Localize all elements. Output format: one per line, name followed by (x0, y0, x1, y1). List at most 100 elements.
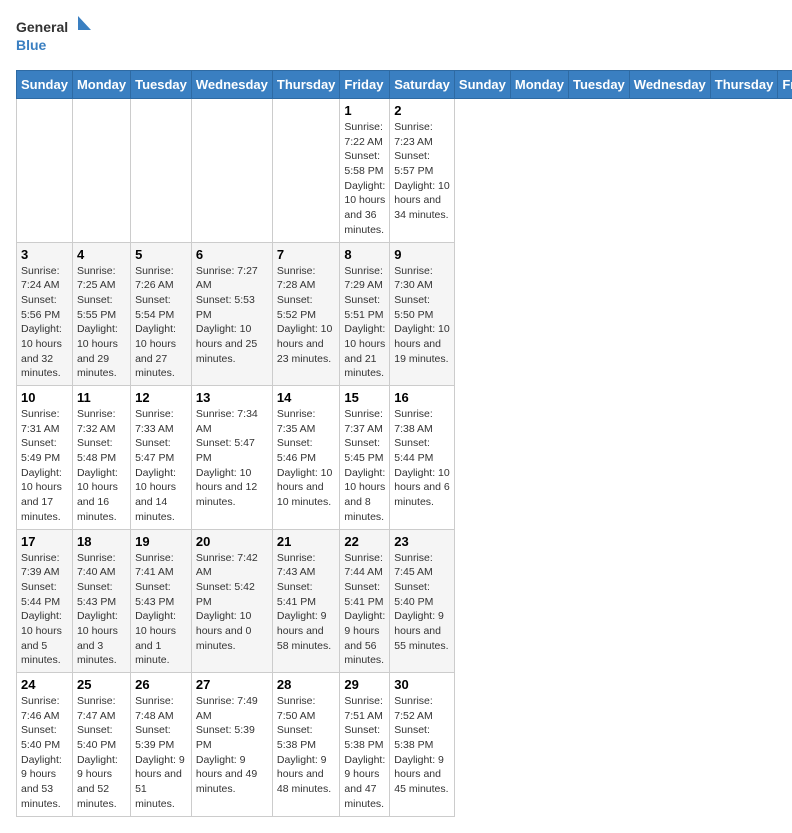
day-cell: 18Sunrise: 7:40 AM Sunset: 5:43 PM Dayli… (72, 529, 130, 673)
day-cell: 2 Sunrise: 7:23 AM Sunset: 5:57 PM Daylig… (390, 99, 455, 243)
day-number: 7 (277, 247, 336, 262)
day-cell: 4 Sunrise: 7:25 AM Sunset: 5:55 PM Daylig… (72, 242, 130, 386)
day-info: Sunrise: 7:29 AM Sunset: 5:51 PM Dayligh… (344, 264, 385, 382)
day-cell: 20 Sunrise: 7:42 AM Sunset: 5:42 PM Dayli… (191, 529, 272, 673)
day-number: 6 (196, 247, 268, 262)
header-wednesday: Wednesday (191, 71, 272, 99)
day-number: 16 (394, 390, 450, 405)
day-info: Sunrise: 7:46 AM Sunset: 5:40 PM Dayligh… (21, 694, 68, 812)
header-monday: Monday (72, 71, 130, 99)
header-thursday: Thursday (272, 71, 340, 99)
day-number: 10 (21, 390, 68, 405)
day-cell: 8 Sunrise: 7:29 AM Sunset: 5:51 PM Daylig… (340, 242, 390, 386)
day-number: 5 (135, 247, 187, 262)
day-cell (72, 99, 130, 243)
calendar-header-row: SundayMondayTuesdayWednesdayThursdayFrid… (17, 71, 792, 99)
day-info: Sunrise: 7:34 AM Sunset: 5:47 PM Dayligh… (196, 407, 268, 510)
svg-text:General: General (16, 19, 68, 35)
day-info: Sunrise: 7:26 AM Sunset: 5:54 PM Dayligh… (135, 264, 187, 382)
day-cell: 26 Sunrise: 7:48 AM Sunset: 5:39 PM Dayli… (131, 673, 192, 817)
col-header-monday: Monday (510, 71, 568, 99)
day-cell: 7Sunrise: 7:28 AM Sunset: 5:52 PM Daylig… (272, 242, 340, 386)
day-cell: 17Sunrise: 7:39 AM Sunset: 5:44 PM Dayli… (17, 529, 73, 673)
day-number: 12 (135, 390, 187, 405)
day-info: Sunrise: 7:38 AM Sunset: 5:44 PM Dayligh… (394, 407, 450, 510)
day-number: 13 (196, 390, 268, 405)
day-info: Sunrise: 7:35 AM Sunset: 5:46 PM Dayligh… (277, 407, 336, 510)
day-number: 20 (196, 534, 268, 549)
day-number: 28 (277, 677, 336, 692)
day-cell: 21 Sunrise: 7:43 AM Sunset: 5:41 PM Dayli… (272, 529, 340, 673)
day-cell: 23Sunrise: 7:45 AM Sunset: 5:40 PM Dayli… (390, 529, 455, 673)
day-info: Sunrise: 7:51 AM Sunset: 5:38 PM Dayligh… (344, 694, 385, 812)
day-info: Sunrise: 7:43 AM Sunset: 5:41 PM Dayligh… (277, 551, 336, 654)
day-info: Sunrise: 7:48 AM Sunset: 5:39 PM Dayligh… (135, 694, 187, 812)
day-info: Sunrise: 7:52 AM Sunset: 5:38 PM Dayligh… (394, 694, 450, 797)
day-number: 18 (77, 534, 126, 549)
day-cell: 10 Sunrise: 7:31 AM Sunset: 5:49 PM Dayli… (17, 386, 73, 530)
day-info: Sunrise: 7:44 AM Sunset: 5:41 PM Dayligh… (344, 551, 385, 669)
week-row-4: 17Sunrise: 7:39 AM Sunset: 5:44 PM Dayli… (17, 529, 792, 673)
day-info: Sunrise: 7:30 AM Sunset: 5:50 PM Dayligh… (394, 264, 450, 367)
day-info: Sunrise: 7:27 AM Sunset: 5:53 PM Dayligh… (196, 264, 268, 367)
col-header-sunday: Sunday (454, 71, 510, 99)
day-info: Sunrise: 7:33 AM Sunset: 5:47 PM Dayligh… (135, 407, 187, 525)
day-number: 15 (344, 390, 385, 405)
week-row-3: 10 Sunrise: 7:31 AM Sunset: 5:49 PM Dayli… (17, 386, 792, 530)
day-cell (191, 99, 272, 243)
calendar-table: SundayMondayTuesdayWednesdayThursdayFrid… (16, 70, 792, 817)
day-cell: 3 Sunrise: 7:24 AM Sunset: 5:56 PM Daylig… (17, 242, 73, 386)
day-number: 25 (77, 677, 126, 692)
header-saturday: Saturday (390, 71, 455, 99)
day-cell: 15 Sunrise: 7:37 AM Sunset: 5:45 PM Dayli… (340, 386, 390, 530)
day-number: 14 (277, 390, 336, 405)
day-info: Sunrise: 7:25 AM Sunset: 5:55 PM Dayligh… (77, 264, 126, 382)
col-header-wednesday: Wednesday (629, 71, 710, 99)
day-info: Sunrise: 7:31 AM Sunset: 5:49 PM Dayligh… (21, 407, 68, 525)
day-cell: 14 Sunrise: 7:35 AM Sunset: 5:46 PM Dayli… (272, 386, 340, 530)
day-info: Sunrise: 7:49 AM Sunset: 5:39 PM Dayligh… (196, 694, 268, 797)
day-number: 3 (21, 247, 68, 262)
day-number: 11 (77, 390, 126, 405)
day-cell: 25Sunrise: 7:47 AM Sunset: 5:40 PM Dayli… (72, 673, 130, 817)
day-info: Sunrise: 7:23 AM Sunset: 5:57 PM Dayligh… (394, 120, 450, 223)
day-cell: 16 Sunrise: 7:38 AM Sunset: 5:44 PM Dayli… (390, 386, 455, 530)
day-number: 1 (344, 103, 385, 118)
day-info: Sunrise: 7:24 AM Sunset: 5:56 PM Dayligh… (21, 264, 68, 382)
day-info: Sunrise: 7:41 AM Sunset: 5:43 PM Dayligh… (135, 551, 187, 669)
day-number: 8 (344, 247, 385, 262)
day-number: 4 (77, 247, 126, 262)
logo: GeneralBlue (16, 16, 96, 58)
day-cell: 9 Sunrise: 7:30 AM Sunset: 5:50 PM Daylig… (390, 242, 455, 386)
header-sunday: Sunday (17, 71, 73, 99)
day-cell: 30Sunrise: 7:52 AM Sunset: 5:38 PM Dayli… (390, 673, 455, 817)
day-number: 29 (344, 677, 385, 692)
day-number: 26 (135, 677, 187, 692)
day-cell: 22 Sunrise: 7:44 AM Sunset: 5:41 PM Dayli… (340, 529, 390, 673)
day-cell: 12 Sunrise: 7:33 AM Sunset: 5:47 PM Dayli… (131, 386, 192, 530)
header-tuesday: Tuesday (131, 71, 192, 99)
day-info: Sunrise: 7:37 AM Sunset: 5:45 PM Dayligh… (344, 407, 385, 525)
day-cell (17, 99, 73, 243)
day-info: Sunrise: 7:32 AM Sunset: 5:48 PM Dayligh… (77, 407, 126, 525)
day-info: Sunrise: 7:42 AM Sunset: 5:42 PM Dayligh… (196, 551, 268, 654)
week-row-2: 3 Sunrise: 7:24 AM Sunset: 5:56 PM Daylig… (17, 242, 792, 386)
day-number: 23 (394, 534, 450, 549)
day-cell (272, 99, 340, 243)
day-info: Sunrise: 7:50 AM Sunset: 5:38 PM Dayligh… (277, 694, 336, 797)
day-cell: 13 Sunrise: 7:34 AM Sunset: 5:47 PM Dayli… (191, 386, 272, 530)
day-number: 21 (277, 534, 336, 549)
day-number: 9 (394, 247, 450, 262)
day-number: 2 (394, 103, 450, 118)
col-header-friday: Friday (778, 71, 792, 99)
week-row-5: 24Sunrise: 7:46 AM Sunset: 5:40 PM Dayli… (17, 673, 792, 817)
day-number: 17 (21, 534, 68, 549)
day-number: 22 (344, 534, 385, 549)
day-number: 27 (196, 677, 268, 692)
day-cell (131, 99, 192, 243)
logo-icon: GeneralBlue (16, 16, 96, 58)
day-cell: 29 Sunrise: 7:51 AM Sunset: 5:38 PM Dayli… (340, 673, 390, 817)
col-header-thursday: Thursday (710, 71, 778, 99)
day-cell: 11 Sunrise: 7:32 AM Sunset: 5:48 PM Dayli… (72, 386, 130, 530)
day-cell: 1Sunrise: 7:22 AM Sunset: 5:58 PM Daylig… (340, 99, 390, 243)
